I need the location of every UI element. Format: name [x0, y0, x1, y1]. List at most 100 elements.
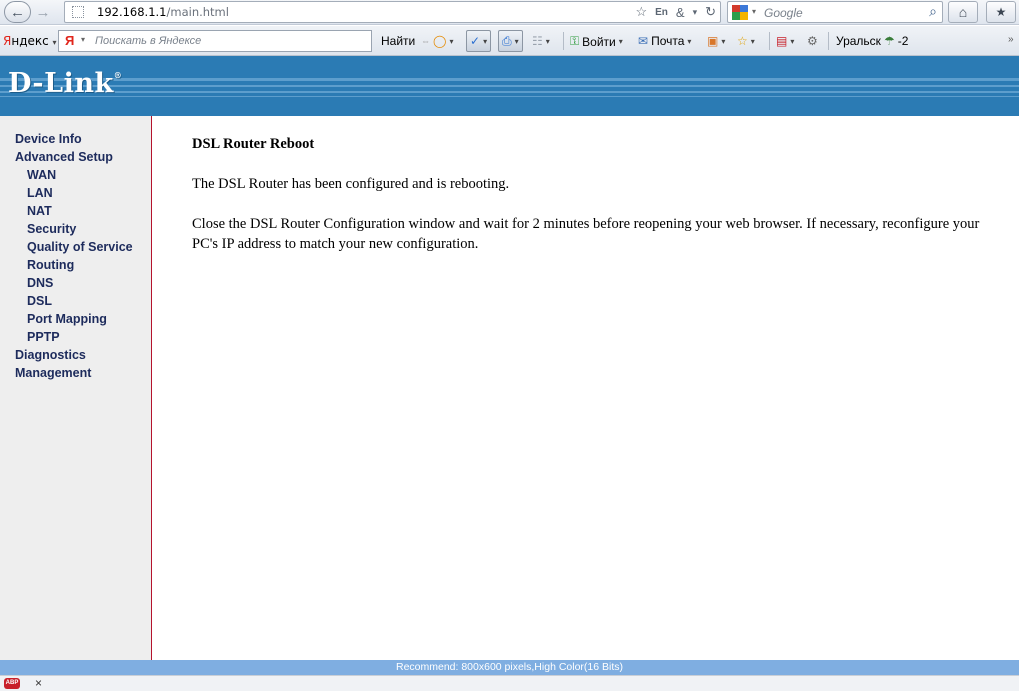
reload-icon[interactable]: ↻ [705, 4, 716, 20]
search-box[interactable]: ▾ Google ⌕ [727, 1, 943, 23]
star-icon[interactable]: ☆ [635, 4, 647, 20]
toolbar-overflow-button[interactable]: » [1008, 34, 1014, 45]
adblock-icon[interactable]: ABP [4, 678, 20, 689]
registered-mark: ® [113, 70, 123, 80]
gear-icon: ⚙ [807, 34, 818, 48]
city-label: Уральск [836, 34, 881, 48]
browser-statusbar: ABP × [0, 675, 1019, 691]
back-button[interactable]: ← [4, 1, 31, 23]
sidebar-item-device-info[interactable]: Device Info [15, 132, 82, 146]
sidebar-item-lan[interactable]: LAN [27, 186, 53, 200]
url-bar[interactable]: 192.168.1.1/main.html ☆ En & ▾ ↻ [64, 1, 721, 23]
url-bar-icons: ☆ En & ▾ ↻ [635, 4, 716, 20]
search-engine-dropdown-icon[interactable]: ▾ [752, 7, 756, 16]
yandex-search-input[interactable]: Я ▾ Поискать в Яндексе [58, 30, 372, 52]
key-icon: ⚿ [570, 34, 580, 48]
sidebar-item-dns[interactable]: DNS [27, 276, 53, 290]
bookmark-icon: ★ [995, 5, 1007, 19]
mail-icon: ✉ [638, 34, 649, 48]
chevron-down-icon: ▾ [483, 36, 488, 46]
footer-text: Recommend: 800x600 pixels,High Color(16 … [395, 661, 624, 673]
chevron-down-icon: ▾ [790, 36, 795, 46]
forward-button[interactable]: → [33, 1, 53, 23]
dropdown-arrow-icon[interactable]: ▾ [693, 7, 698, 18]
speech-bubble-icon: ◯ [433, 34, 447, 48]
spellcheck-icon: ✓ [470, 34, 481, 48]
home-button[interactable]: ⌂ [948, 1, 978, 23]
login-button[interactable]: ⚿ Войти ▾ [570, 34, 623, 49]
dictionary-button[interactable]: ☷ ▾ [532, 34, 550, 48]
weather-icon: ☂ [883, 34, 895, 48]
search-placeholder: Google [764, 6, 803, 20]
shopping-bag-icon: ▣ [707, 34, 719, 48]
bookmarks-button[interactable]: ★ [986, 1, 1016, 23]
yandex-menu[interactable]: Яндекс ▾ [3, 34, 57, 48]
chevron-down-icon[interactable]: ▾ [81, 35, 85, 44]
sidebar-item-routing[interactable]: Routing [27, 258, 74, 272]
weather-widget[interactable]: Уральск ☂ -2 [836, 34, 908, 48]
chevron-down-icon: ▾ [750, 36, 755, 46]
back-arrow-icon: ← [10, 3, 25, 21]
spellcheck-button[interactable]: ✓ ▾ [466, 30, 492, 52]
forward-arrow-icon: → [35, 3, 51, 21]
sidebar-item-diagnostics[interactable]: Diagnostics [15, 348, 86, 362]
chevron-double-down-icon: » [1008, 34, 1014, 45]
sidebar-item-nat[interactable]: NAT [27, 204, 52, 218]
url-host: 192.168.1.1 [97, 5, 167, 19]
chevron-down-icon: ▾ [514, 36, 519, 46]
sidebar-item-port-mapping[interactable]: Port Mapping [27, 312, 107, 326]
search-magnifier-icon[interactable]: ⌕ [929, 3, 937, 20]
translate-icon[interactable]: En [655, 7, 668, 18]
dictionary-icon: ☷ [532, 34, 543, 48]
sidebar-item-dsl[interactable]: DSL [27, 294, 52, 308]
sidebar-item-security[interactable]: Security [27, 222, 76, 236]
mail-label: Почта [651, 34, 685, 48]
reboot-instructions-text: Close the DSL Router Configuration windo… [192, 216, 980, 252]
browser-navbar: ← → 192.168.1.1/main.html ☆ En & ▾ ↻ ▾ G… [0, 0, 1019, 25]
yandex-search-placeholder: Поискать в Яндексе [95, 35, 202, 47]
sidebar-nav: Device Info Advanced Setup WAN LAN NAT S… [0, 116, 152, 660]
logo-text: D-Link [8, 68, 114, 99]
sidebar-item-advanced-setup[interactable]: Advanced Setup [15, 150, 113, 164]
star-icon: ☆ [737, 34, 748, 48]
page-favicon-icon [72, 6, 84, 18]
chevron-down-icon: ▾ [721, 36, 726, 46]
settings-button[interactable]: ⚙ [807, 34, 818, 48]
sidebar-item-quality-of-service[interactable]: Quality of Service [27, 240, 133, 254]
find-button[interactable]: Найти [381, 34, 415, 48]
chevron-down-icon: ▾ [545, 36, 550, 46]
close-icon[interactable]: × [35, 676, 42, 690]
reboot-status-text: The DSL Router has been configured and i… [192, 176, 510, 192]
ampersand-icon[interactable]: & [676, 5, 685, 20]
dlink-logo: D-Link® [8, 68, 122, 99]
market-button[interactable]: ▣ ▾ [707, 34, 725, 48]
temperature-label: -2 [897, 34, 909, 48]
chevron-down-icon: ▾ [449, 36, 454, 46]
yandex-logo-icon: Я [65, 33, 75, 48]
url-text[interactable]: 192.168.1.1/main.html [97, 5, 229, 19]
favorites-button[interactable]: ☆ ▾ [737, 34, 755, 48]
login-label: Войти [582, 34, 616, 49]
yandex-toolbar: Яндекс ▾ Я ▾ Поискать в Яндексе Найти ⇔ … [0, 26, 1019, 56]
chevron-down-icon: ▾ [52, 38, 57, 47]
bar-button[interactable]: ▤ ▾ [776, 34, 794, 48]
dlink-header: D-Link® [0, 56, 1019, 116]
chevron-down-icon: ▾ [618, 37, 623, 46]
find-label: Найти [381, 34, 416, 48]
speech-bubble-button[interactable]: ⇔ ◯ ▾ [421, 34, 453, 48]
page-title: DSL Router Reboot [192, 136, 315, 152]
yandex-brand-rest: ндекс [11, 34, 49, 48]
sidebar-item-pptp[interactable]: PPTP [27, 330, 60, 344]
bar-icon: ▤ [776, 34, 788, 48]
mail-button[interactable]: ✉ Почта ▾ [638, 34, 691, 48]
home-icon: ⌂ [958, 4, 968, 20]
chevron-down-icon: ▾ [687, 36, 692, 46]
translate-button[interactable]: ⎙ ▾ [498, 30, 523, 52]
sidebar-item-wan[interactable]: WAN [27, 168, 56, 182]
google-logo-icon[interactable] [732, 5, 748, 20]
resolution-recommendation-bar: Recommend: 800x600 pixels,High Color(16 … [0, 660, 1019, 675]
main-content: DSL Router Reboot The DSL Router has bee… [192, 134, 992, 274]
resize-handle-icon: ⇔ [421, 36, 430, 46]
url-path: /main.html [166, 5, 229, 19]
sidebar-item-management[interactable]: Management [15, 366, 91, 380]
